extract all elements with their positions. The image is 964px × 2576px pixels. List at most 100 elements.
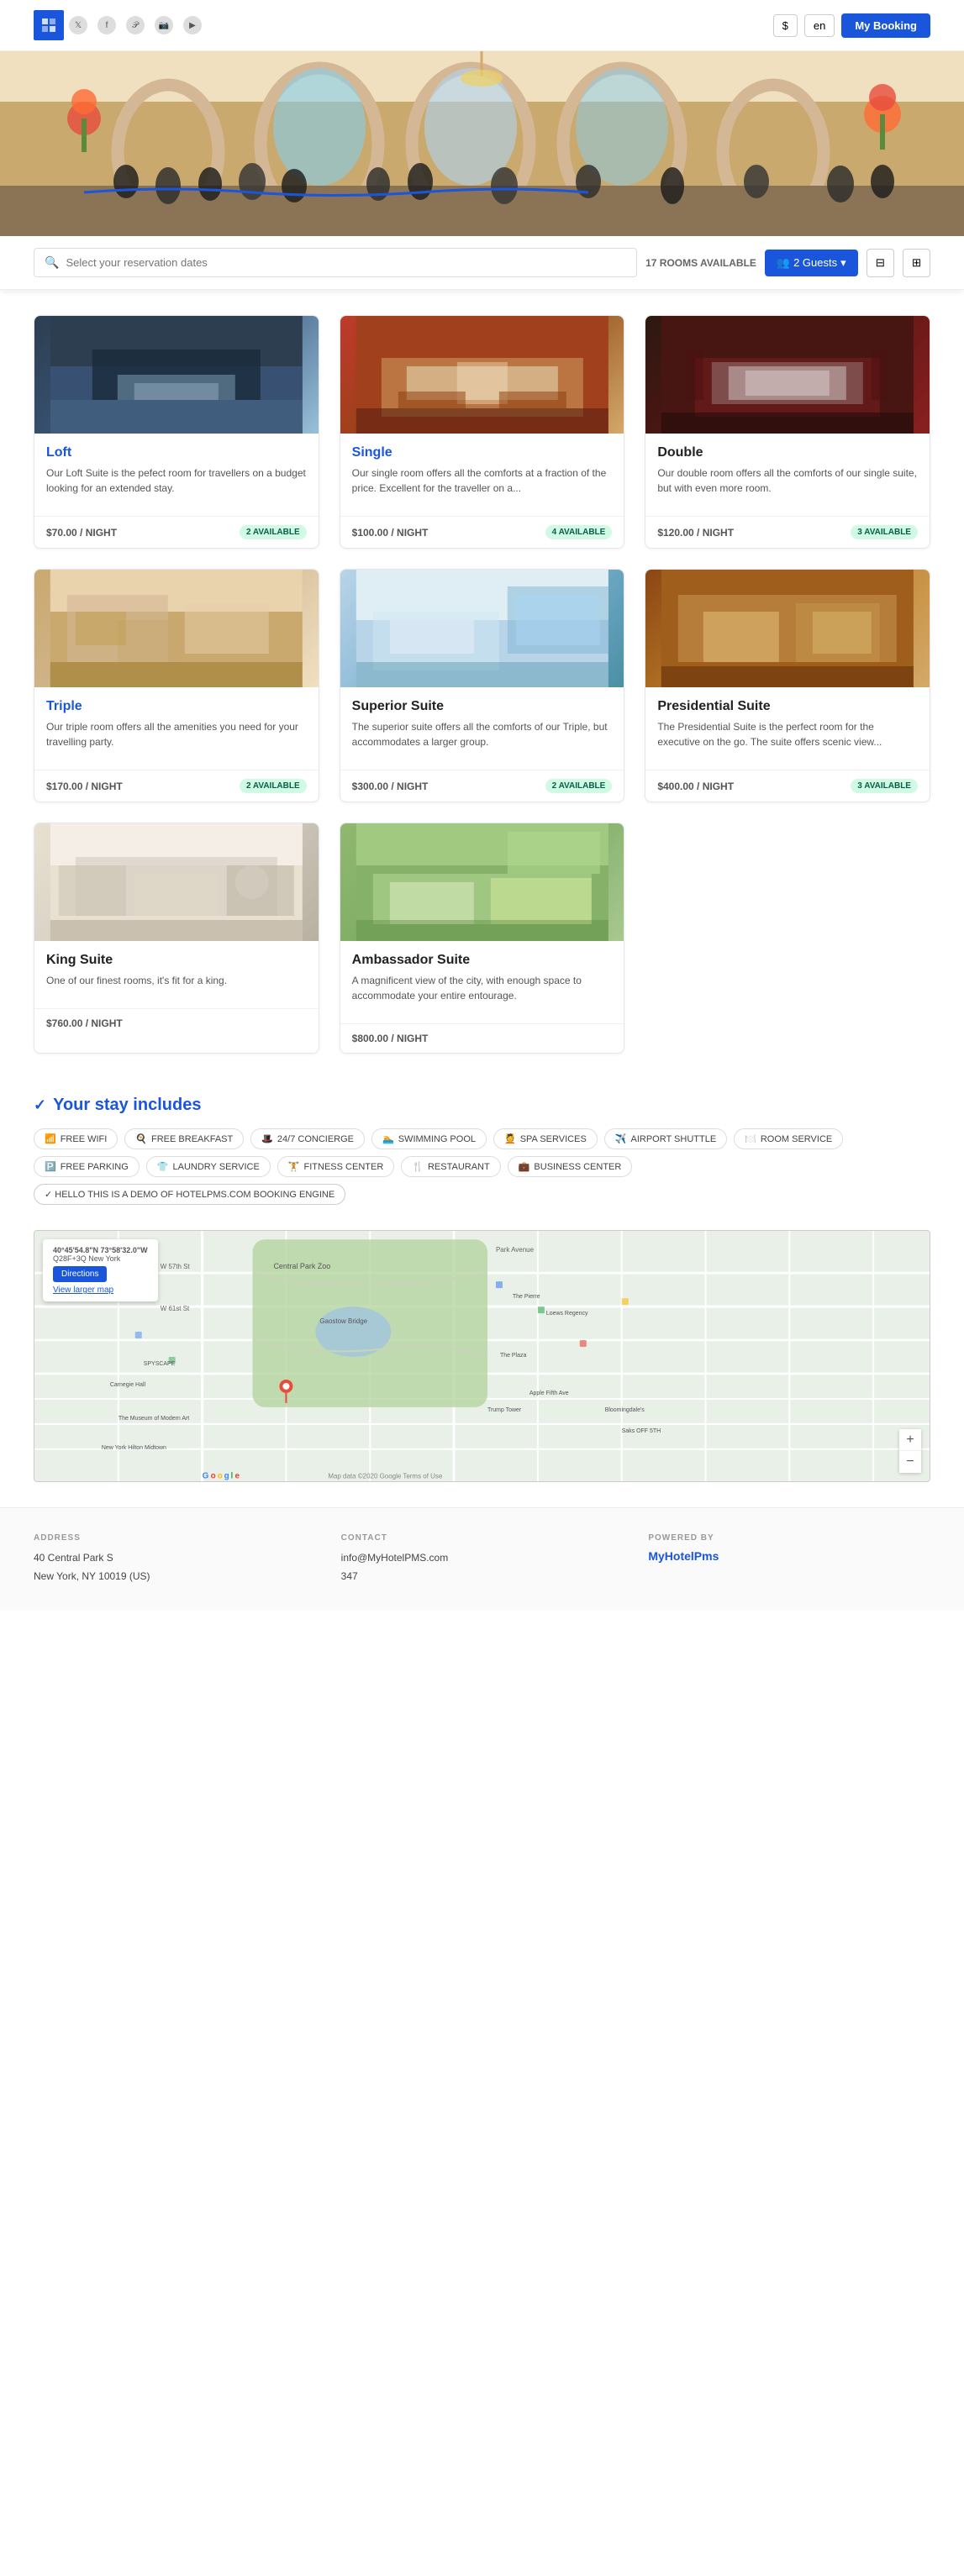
wifi-label: FREE WIFI (61, 1134, 108, 1144)
social-links: 𝕏 f 𝒫 📷 ▶ (69, 16, 202, 34)
room-image-single (340, 316, 624, 434)
amenity-concierge: 🎩 24/7 CONCIERGE (250, 1128, 365, 1149)
amenity-shuttle: ✈️ AIRPORT SHUTTLE (604, 1128, 727, 1149)
room-desc-king: One of our finest rooms, it's fit for a … (46, 973, 307, 988)
room-price-double: $120.00 / NIGHT (657, 527, 734, 539)
room-footer-superior: $300.00 / NIGHT 2 AVAILABLE (340, 770, 624, 802)
map-overlay-info: 40°45'54.8"N 73°58'32.0"W Q28F+3Q New Yo… (43, 1239, 158, 1301)
footer-powered-col: POWERED BY MyHotelPms (648, 1533, 930, 1585)
room-image-triple (34, 570, 319, 687)
svg-text:Saks OFF 5TH: Saks OFF 5TH (622, 1428, 661, 1434)
currency-button[interactable]: $ (773, 14, 798, 37)
room-grid-empty-cell (645, 823, 930, 1054)
room-info-triple: Triple Our triple room offers all the am… (34, 687, 319, 770)
room-desc-superior: The superior suite offers all the comfor… (352, 719, 613, 749)
map-directions-button[interactable]: Directions (53, 1266, 107, 1282)
room-info-ambassador: Ambassador Suite A magnificent view of t… (340, 941, 624, 1023)
guests-button[interactable]: 👥 2 Guests ▾ (765, 250, 858, 276)
svg-text:o: o (211, 1472, 216, 1481)
room-desc-ambassador: A magnificent view of the city, with eno… (352, 973, 613, 1003)
room-title-loft: Loft (46, 445, 307, 460)
amenity-breakfast: 🍳 FREE BREAKFAST (124, 1128, 244, 1149)
room-avail-superior: 2 AVAILABLE (545, 779, 613, 793)
search-icon: 🔍 (45, 255, 59, 270)
date-search-input[interactable]: 🔍 (34, 248, 637, 277)
room-price-ambassador: $800.00 / NIGHT (352, 1033, 429, 1044)
map-view-larger-link[interactable]: View larger map (53, 1285, 148, 1295)
room-desc-single: Our single room offers all the comforts … (352, 465, 613, 496)
svg-text:Park Avenue: Park Avenue (496, 1246, 535, 1254)
facebook-icon[interactable]: f (97, 16, 116, 34)
footer-address-line1: 40 Central Park S (34, 1549, 316, 1568)
svg-text:SPYSCAPE: SPYSCAPE (144, 1361, 176, 1367)
pinterest-icon[interactable]: 𝒫 (126, 16, 145, 34)
footer-powered-link[interactable]: MyHotelPms (648, 1549, 719, 1563)
room-card-single: Single Our single room offers all the co… (340, 315, 625, 549)
language-button[interactable]: en (804, 14, 835, 37)
footer-address-col: ADDRESS 40 Central Park S New York, NY 1… (34, 1533, 316, 1585)
svg-text:o: o (218, 1472, 223, 1481)
room-avail-triple: 2 AVAILABLE (240, 779, 307, 793)
svg-text:g: g (224, 1472, 229, 1481)
laundry-icon: 👕 (157, 1161, 169, 1172)
filter-button[interactable]: ⊟ (867, 249, 894, 277)
twitter-icon[interactable]: 𝕏 (69, 16, 87, 34)
mybooking-button[interactable]: My Booking (841, 13, 930, 38)
footer-address-line2: New York, NY 10019 (US) (34, 1568, 316, 1586)
grid-icon: ⊞ (912, 256, 921, 269)
amenity-laundry: 👕 LAUNDRY SERVICE (146, 1156, 271, 1177)
room-footer-presidential: $400.00 / NIGHT 3 AVAILABLE (645, 770, 930, 802)
svg-text:e: e (235, 1472, 240, 1481)
map-zoom-out-button[interactable]: − (899, 1451, 921, 1473)
room-footer-ambassador: $800.00 / NIGHT (340, 1023, 624, 1053)
shuttle-label: AIRPORT SHUTTLE (630, 1134, 716, 1144)
room-desc-presidential: The Presidential Suite is the perfect ro… (657, 719, 918, 749)
room-desc-loft: Our Loft Suite is the pefect room for tr… (46, 465, 307, 496)
room-title-triple: Triple (46, 699, 307, 714)
demo-notice-tag: ✓ HELLO THIS IS A DEMO OF HOTELPMS.COM B… (34, 1184, 345, 1205)
room-title-double: Double (657, 445, 918, 460)
room-title-presidential: Presidential Suite (657, 699, 918, 714)
room-footer-loft: $70.00 / NIGHT 2 AVAILABLE (34, 516, 319, 548)
hero-svg (0, 51, 964, 236)
includes-section: ✓ Your stay includes 📶 FREE WIFI 🍳 FREE … (0, 1079, 964, 1230)
filter-icon: ⊟ (876, 256, 885, 269)
wifi-icon: 📶 (45, 1133, 56, 1144)
search-bar: 🔍 17 ROOMS AVAILABLE 👥 2 Guests ▾ ⊟ ⊞ (0, 236, 964, 290)
amenity-parking: 🅿️ FREE PARKING (34, 1156, 140, 1177)
footer-contact-phone: 347 (341, 1568, 624, 1586)
room-footer-triple: $170.00 / NIGHT 2 AVAILABLE (34, 770, 319, 802)
map-container[interactable]: W 57th St W 61st St Park Avenue Central … (34, 1230, 930, 1482)
amenity-wifi: 📶 FREE WIFI (34, 1128, 118, 1149)
svg-text:The Plaza: The Plaza (500, 1353, 527, 1359)
map-zoom-in-button[interactable]: + (899, 1429, 921, 1451)
room-price-presidential: $400.00 / NIGHT (657, 781, 734, 792)
parking-icon: 🅿️ (45, 1161, 56, 1172)
date-input-field[interactable] (66, 256, 626, 269)
restaurant-label: RESTAURANT (428, 1162, 490, 1172)
room-avail-presidential: 3 AVAILABLE (851, 779, 918, 793)
logo-area: 𝕏 f 𝒫 📷 ▶ (34, 10, 202, 40)
fitness-icon: 🏋️ (288, 1161, 300, 1172)
room-info-superior: Superior Suite The superior suite offers… (340, 687, 624, 770)
room-image-king (34, 823, 319, 941)
amenity-room-service: 🍽️ ROOM SERVICE (734, 1128, 843, 1149)
laundry-label: LAUNDRY SERVICE (173, 1162, 260, 1172)
rooms-section: Loft Our Loft Suite is the pefect room f… (0, 290, 964, 1079)
svg-text:Gaostow Bridge: Gaostow Bridge (319, 1317, 367, 1325)
instagram-icon[interactable]: 📷 (155, 16, 173, 34)
room-service-label: ROOM SERVICE (761, 1134, 832, 1144)
room-footer-single: $100.00 / NIGHT 4 AVAILABLE (340, 516, 624, 548)
svg-text:Bloomingdale's: Bloomingdale's (605, 1407, 645, 1413)
amenity-restaurant: 🍴 RESTAURANT (401, 1156, 500, 1177)
concierge-label: 24/7 CONCIERGE (277, 1134, 354, 1144)
grid-view-button[interactable]: ⊞ (903, 249, 930, 277)
breakfast-icon: 🍳 (135, 1133, 147, 1144)
rooms-grid: Loft Our Loft Suite is the pefect room f… (34, 315, 930, 802)
footer-contact-col: CONTACT info@MyHotelPMS.com 347 (341, 1533, 624, 1585)
room-avail-loft: 2 AVAILABLE (240, 525, 307, 539)
map-svg: W 57th St W 61st St Park Avenue Central … (34, 1231, 930, 1482)
includes-check-icon: ✓ (34, 1096, 46, 1114)
room-title-single: Single (352, 445, 613, 460)
youtube-icon[interactable]: ▶ (183, 16, 202, 34)
